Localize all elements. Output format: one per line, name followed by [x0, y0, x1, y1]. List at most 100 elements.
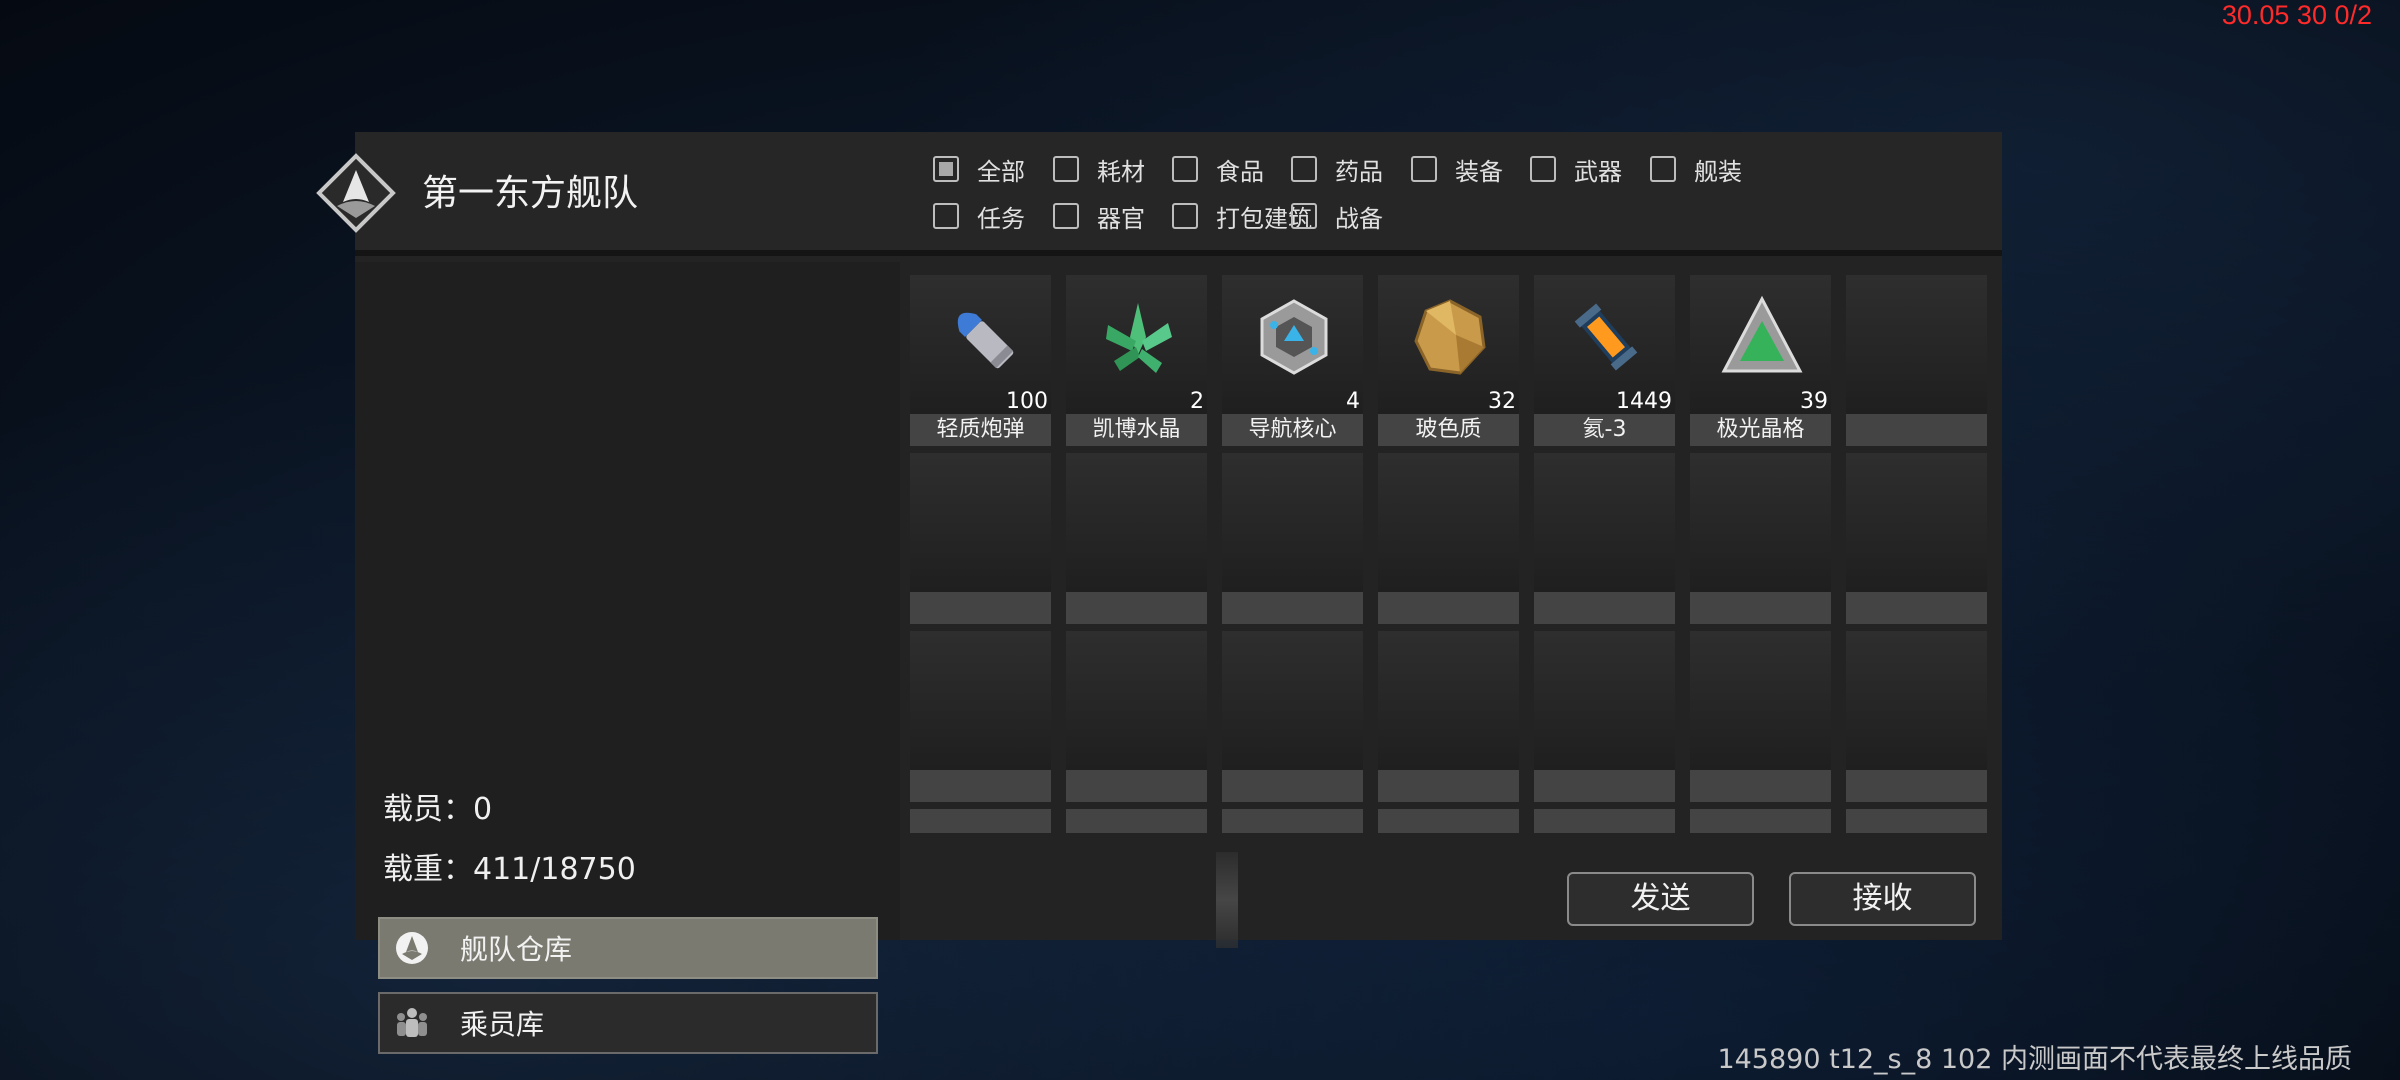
- tab-fleet-warehouse[interactable]: 舰队仓库: [378, 917, 878, 979]
- item-slot-empty[interactable]: [910, 631, 1051, 802]
- item-slot[interactable]: 32 玻色质: [1378, 275, 1519, 446]
- checkbox[interactable]: [1172, 156, 1198, 182]
- item-quantity: 100: [1006, 389, 1048, 414]
- panel-header: 第一东方舰队 全部 耗材 食品 药品 装备 武器 舰装 任务 器官 打包建筑 战…: [316, 132, 2002, 256]
- item-quantity: 32: [1488, 389, 1516, 414]
- item-slot-empty[interactable]: [1690, 453, 1831, 624]
- filter-consumables[interactable]: 耗材: [1053, 152, 1145, 186]
- tab-crew-storage[interactable]: 乘员库: [378, 992, 878, 1054]
- item-slot[interactable]: 1449 氦-3: [1534, 275, 1675, 446]
- checkbox[interactable]: [1530, 156, 1556, 182]
- item-slot-empty[interactable]: [1846, 453, 1987, 624]
- item-name-bar: [1378, 592, 1519, 624]
- checkbox[interactable]: [1291, 203, 1317, 229]
- tab-label: 舰队仓库: [460, 933, 573, 966]
- item-name-bar: [1690, 770, 1831, 802]
- checkbox[interactable]: [1411, 156, 1437, 182]
- item-name: 玻色质: [1378, 414, 1519, 446]
- item-slot-empty[interactable]: [1534, 809, 1675, 833]
- item-name: 轻质炮弹: [910, 414, 1051, 446]
- item-slot[interactable]: 2 凯博水晶: [1066, 275, 1207, 446]
- checkbox[interactable]: [933, 203, 959, 229]
- item-quantity: 4: [1346, 389, 1360, 414]
- item-name: 导航核心: [1222, 414, 1363, 446]
- item-name: 极光晶格: [1690, 414, 1831, 446]
- send-button[interactable]: 发送: [1567, 872, 1754, 926]
- item-slot-empty[interactable]: [1846, 809, 1987, 833]
- fleet-emblem-icon: [316, 153, 396, 233]
- item-slot-empty[interactable]: [1690, 809, 1831, 833]
- filter-weapons[interactable]: 武器: [1530, 152, 1622, 186]
- filter-label: 食品: [1216, 157, 1264, 186]
- item-quantity: 39: [1800, 389, 1828, 414]
- helium3-canister-icon: [1574, 303, 1638, 371]
- filter-quest[interactable]: 任务: [933, 199, 1025, 233]
- item-name-bar: [1846, 770, 1987, 802]
- item-slot-empty[interactable]: [1846, 631, 1987, 802]
- item-slot[interactable]: 100 轻质炮弹: [910, 275, 1051, 446]
- checkbox[interactable]: [1053, 156, 1079, 182]
- item-name-bar: [1222, 592, 1363, 624]
- item-name-bar: [1534, 770, 1675, 802]
- item-name: 氦-3: [1534, 414, 1675, 446]
- item-slot-empty[interactable]: [1066, 809, 1207, 833]
- checkbox[interactable]: [1650, 156, 1676, 182]
- receive-button[interactable]: 接收: [1789, 872, 1976, 926]
- filter-label: 器官: [1097, 204, 1145, 233]
- filter-organs[interactable]: 器官: [1053, 199, 1145, 233]
- filter-ship-parts[interactable]: 舰装: [1650, 152, 1742, 186]
- warehouse-icon: [396, 932, 428, 964]
- item-slot-empty[interactable]: [1534, 453, 1675, 624]
- item-slot-empty[interactable]: [1222, 453, 1363, 624]
- fleet-storage-panel: 第一东方舰队 全部 耗材 食品 药品 装备 武器 舰装 任务 器官 打包建筑 战…: [316, 132, 2002, 1054]
- item-slot-empty[interactable]: [910, 453, 1051, 624]
- item-slot-empty[interactable]: [1222, 809, 1363, 833]
- item-name-bar: [1066, 770, 1207, 802]
- item-slot-empty[interactable]: [1690, 631, 1831, 802]
- green-crystal-icon: [1106, 303, 1172, 373]
- filter-food[interactable]: 食品: [1172, 152, 1264, 186]
- filter-label: 耗材: [1097, 157, 1145, 186]
- item-slot[interactable]: 4 导航核心: [1222, 275, 1363, 446]
- light-shell-icon: [957, 312, 1014, 369]
- checkbox[interactable]: [1053, 203, 1079, 229]
- filter-all[interactable]: 全部: [933, 152, 1025, 186]
- checkbox[interactable]: [1172, 203, 1198, 229]
- aurora-lattice-icon: [1721, 295, 1803, 373]
- scroll-handle[interactable]: [1216, 852, 1238, 948]
- item-name-bar: [1534, 592, 1675, 624]
- item-slot-empty[interactable]: [1378, 631, 1519, 802]
- item-name-bar: [910, 770, 1051, 802]
- fleet-info-area: 载员：0 载重：411/18750 舰队仓库 乘员库: [355, 262, 900, 1054]
- filter-label: 武器: [1574, 157, 1622, 186]
- checkbox[interactable]: [933, 156, 959, 182]
- filter-label: 装备: [1455, 157, 1503, 186]
- crew-icon: [397, 1008, 427, 1037]
- filter-label: 全部: [977, 157, 1025, 186]
- item-slot-empty[interactable]: [1378, 809, 1519, 833]
- item-slot-empty[interactable]: [1066, 631, 1207, 802]
- filter-label: 舰装: [1694, 157, 1742, 186]
- debug-fps-readout: 30.05 30 0/2: [2221, 0, 2372, 30]
- item-slot-empty[interactable]: [1066, 453, 1207, 624]
- crew-count: 载员：0: [383, 792, 493, 827]
- item-name-bar: [1378, 770, 1519, 802]
- item-name: 凯博水晶: [1066, 414, 1207, 446]
- item-slot-empty[interactable]: [1846, 275, 1987, 446]
- item-slot-empty[interactable]: [1534, 631, 1675, 802]
- item-slot-empty[interactable]: [1222, 631, 1363, 802]
- filter-medicine[interactable]: 药品: [1291, 152, 1383, 186]
- item-slot-empty[interactable]: [1378, 453, 1519, 624]
- item-slot[interactable]: 39 极光晶格: [1690, 275, 1831, 446]
- checkbox[interactable]: [1291, 156, 1317, 182]
- filter-equipment[interactable]: 装备: [1411, 152, 1503, 186]
- boson-icon: [1414, 299, 1486, 375]
- cargo-load: 载重：411/18750: [383, 852, 636, 887]
- item-slot-empty[interactable]: [910, 809, 1051, 833]
- item-name-bar: [1690, 592, 1831, 624]
- filter-war-supplies[interactable]: 战备: [1291, 199, 1383, 233]
- fleet-name: 第一东方舰队: [422, 173, 639, 214]
- item-name: [1846, 414, 1987, 446]
- item-name-bar: [1222, 770, 1363, 802]
- item-name-bar: [1846, 592, 1987, 624]
